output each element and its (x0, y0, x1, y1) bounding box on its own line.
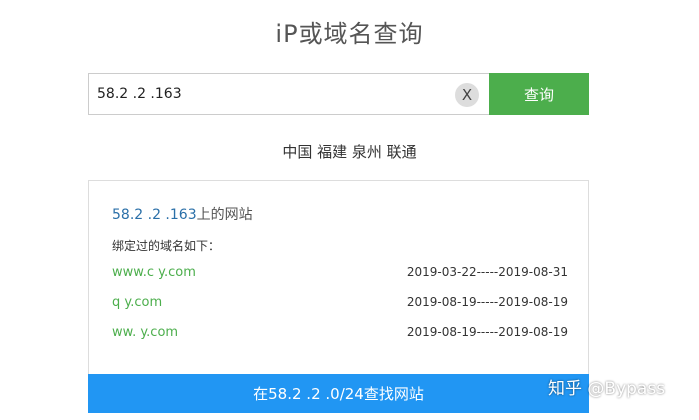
domain-date-range: 2019-08-19-----2019-08-19 (406, 325, 568, 339)
domain-link[interactable]: ww. y.com (112, 325, 178, 340)
domain-link[interactable]: q y.com (112, 295, 162, 310)
ip-location-text: 中国 福建 泉州 联通 (282, 143, 417, 161)
domain-row: q y.com 2019-08-19-----2019-08-19 (112, 295, 568, 313)
search-subnet-button[interactable]: 在58.2 .2 .0/24查找网站 (88, 374, 589, 413)
result-card: 58.2 .2 .163上的网站 绑定过的域名如下： www.c y.com 2… (88, 180, 589, 374)
domain-row: www.c y.com 2019-03-22-----2019-08-31 (112, 265, 568, 283)
query-button[interactable]: 查询 (489, 73, 589, 115)
search-row: X 查询 (88, 73, 589, 115)
ip-domain-search-input[interactable] (88, 73, 489, 115)
domain-row: ww. y.com 2019-08-19-----2019-08-19 (112, 325, 568, 343)
clear-input-button[interactable]: X (455, 83, 479, 107)
result-heading-ip: 58.2 .2 .163 (112, 207, 197, 223)
result-heading-suffix: 上的网站 (196, 207, 253, 223)
domain-date-range: 2019-03-22-----2019-08-31 (406, 265, 568, 279)
result-heading: 58.2 .2 .163上的网站 (112, 204, 253, 224)
page-title: iP或域名查询 (275, 20, 424, 48)
domain-link[interactable]: www.c y.com (112, 265, 196, 280)
bound-domains-label: 绑定过的域名如下： (112, 239, 221, 253)
ip-lookup-page: iP或域名查询 X 查询 中国 福建 泉州 联通 58.2 .2 .163上的网… (0, 0, 699, 420)
domain-date-range: 2019-08-19-----2019-08-19 (406, 295, 568, 309)
